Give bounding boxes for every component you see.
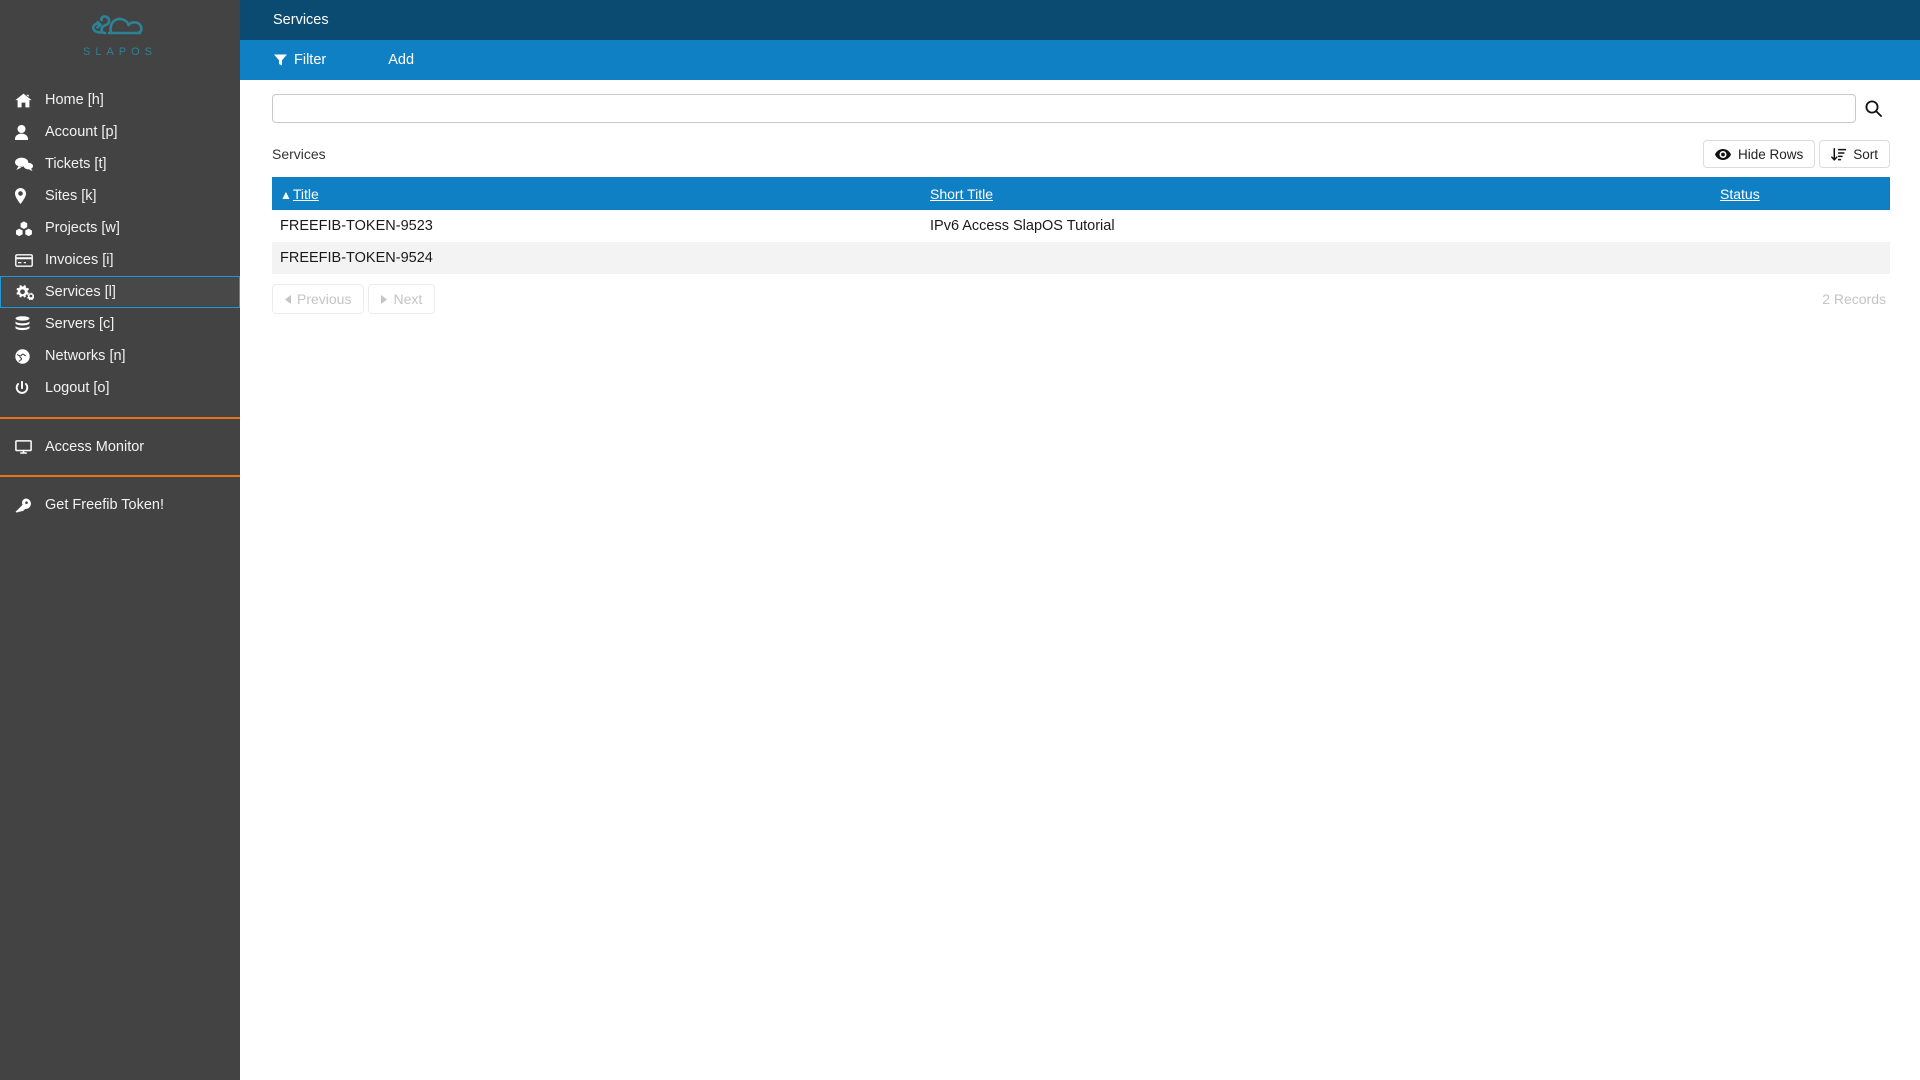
cell-title: FREEFIB-TOKEN-9524 [280, 250, 433, 266]
database-icon [15, 316, 41, 332]
sidebar-item-get-freefib-token[interactable]: Get Freefib Token! [0, 490, 240, 520]
previous-label: Previous [297, 291, 352, 307]
sidebar-item-label: Invoices [i] [45, 252, 114, 268]
user-icon [15, 124, 41, 140]
filter-icon [274, 54, 287, 66]
search-input[interactable] [272, 94, 1856, 123]
sidebar-item-tickets[interactable]: Tickets [t] [0, 148, 240, 180]
key-icon [15, 498, 41, 513]
table-header: ▲Title Short Title Status [272, 177, 1890, 210]
sidebar-item-sites[interactable]: Sites [k] [0, 180, 240, 212]
sidebar-item-label: Tickets [t] [45, 156, 107, 172]
cell-status [1712, 210, 1890, 242]
sidebar-item-label: Services [l] [45, 284, 116, 300]
home-icon [15, 93, 41, 108]
brand-wordmark: SLAPOS [82, 46, 158, 58]
cubes-icon [15, 220, 41, 236]
cell-short-title: IPv6 Access SlapOS Tutorial [930, 218, 1115, 234]
search-icon [1865, 100, 1882, 117]
monitor-icon [15, 440, 41, 454]
list-toolbar: Services Hide Rows Sort [272, 139, 1890, 169]
table-body: FREEFIB-TOKEN-9523 IPv6 Access SlapOS Tu… [272, 210, 1890, 274]
action-toolbar: Filter Add [240, 40, 1920, 80]
column-header-short-title[interactable]: Short Title [922, 177, 1712, 210]
content-area: Services Hide Rows Sort ▲Title Short Tit… [240, 94, 1920, 314]
filter-label: Filter [294, 52, 327, 68]
sidebar: SLAPOS Home [h] Account [p] Tickets [t] … [0, 0, 240, 1080]
sidebar-item-label: Networks [n] [45, 348, 126, 364]
caret-right-icon [381, 294, 388, 304]
sidebar-item-projects[interactable]: Projects [w] [0, 212, 240, 244]
sidebar-section-access-monitor: Access Monitor [0, 419, 240, 475]
map-pin-icon [15, 188, 41, 204]
sidebar-item-label: Access Monitor [45, 439, 145, 455]
column-header-short-title-label[interactable]: Short Title [930, 186, 993, 202]
sort-label: Sort [1853, 146, 1878, 162]
arrow-up-icon: ▲ [280, 187, 292, 202]
cell-short-title [922, 242, 1712, 274]
sidebar-item-label: Account [p] [45, 124, 118, 140]
sidebar-item-label: Sites [k] [45, 188, 97, 204]
column-header-status-label[interactable]: Status [1720, 186, 1760, 202]
sort-amount-icon [1831, 147, 1847, 161]
page-title: Services [273, 12, 329, 28]
slapos-cloud-logo-icon [91, 15, 143, 35]
globe-icon [15, 348, 41, 364]
column-header-status[interactable]: Status [1712, 177, 1890, 210]
add-label: Add [388, 52, 415, 68]
credit-card-icon [15, 253, 41, 267]
column-header-title-label[interactable]: Title [293, 186, 319, 202]
eye-icon [1714, 148, 1731, 160]
filter-button[interactable]: Filter [266, 48, 334, 72]
cell-status [1712, 242, 1890, 274]
caret-left-icon [285, 294, 291, 304]
sidebar-item-label: Logout [o] [45, 380, 110, 396]
pagination: Previous Next [272, 284, 436, 314]
table-header-row: ▲Title Short Title Status [272, 177, 1890, 210]
sidebar-item-label: Get Freefib Token! [45, 497, 165, 513]
cogs-icon [15, 284, 41, 300]
app-root: SLAPOS Home [h] Account [p] Tickets [t] … [0, 0, 1920, 1080]
sidebar-item-networks[interactable]: Networks [n] [0, 340, 240, 372]
sidebar-item-home[interactable]: Home [h] [0, 84, 240, 116]
previous-page-button[interactable]: Previous [272, 284, 365, 314]
sidebar-item-services[interactable]: Services [l] [0, 276, 240, 308]
sidebar-item-account[interactable]: Account [p] [0, 116, 240, 148]
next-page-button[interactable]: Next [368, 284, 436, 314]
search-row [272, 94, 1890, 123]
sidebar-section-token: Get Freefib Token! [0, 477, 240, 533]
hide-rows-button[interactable]: Hide Rows [1702, 140, 1816, 168]
main-panel: Services Filter Add Services Hide Rows S… [240, 0, 1920, 1080]
sidebar-item-invoices[interactable]: Invoices [i] [0, 244, 240, 276]
cell-title: FREEFIB-TOKEN-9523 [280, 218, 433, 234]
table-footer: Previous Next 2 Records [272, 284, 1890, 314]
brand-logo[interactable]: SLAPOS [0, 0, 240, 68]
sidebar-item-servers[interactable]: Servers [c] [0, 308, 240, 340]
add-button[interactable]: Add [380, 48, 422, 72]
list-title: Services [272, 146, 326, 162]
sidebar-item-logout[interactable]: Logout [o] [0, 372, 240, 404]
table-row[interactable]: FREEFIB-TOKEN-9524 [272, 242, 1890, 274]
sidebar-item-access-monitor[interactable]: Access Monitor [0, 432, 240, 462]
hide-rows-label: Hide Rows [1737, 146, 1804, 162]
records-count: 2 Records [1822, 291, 1886, 307]
services-table: ▲Title Short Title Status FREEFIB-TOKEN-… [272, 177, 1890, 274]
sidebar-item-label: Projects [w] [45, 220, 120, 236]
sidebar-item-label: Home [h] [45, 92, 104, 108]
column-header-title[interactable]: ▲Title [272, 177, 922, 210]
comments-icon [15, 157, 41, 171]
next-label: Next [393, 291, 423, 307]
sidebar-item-label: Servers [c] [45, 316, 115, 332]
list-actions: Hide Rows Sort [1702, 140, 1890, 168]
table-row[interactable]: FREEFIB-TOKEN-9523 IPv6 Access SlapOS Tu… [272, 210, 1890, 242]
sort-button[interactable]: Sort [1819, 140, 1890, 168]
page-header: Services [240, 0, 1920, 40]
search-button[interactable] [1856, 94, 1890, 123]
power-icon [15, 380, 41, 396]
